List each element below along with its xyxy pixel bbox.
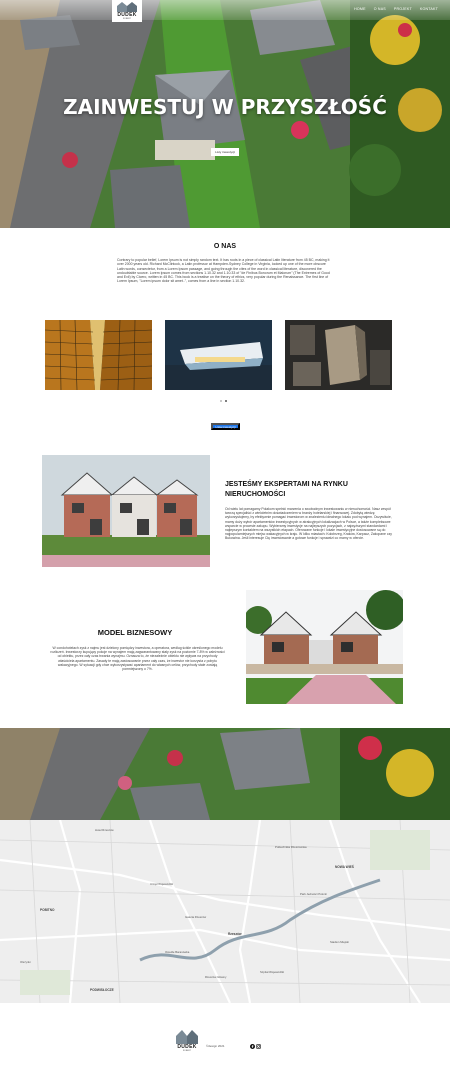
aerial-banner <box>0 728 450 820</box>
experts-image <box>42 455 210 567</box>
image-carousel <box>45 320 392 390</box>
experts-text: Od wielu lat pomagamy Polakom spełnić ma… <box>225 507 392 541</box>
investments-list-button[interactable]: Listy inwestycji <box>211 148 239 156</box>
nav-home[interactable]: HOME <box>354 7 366 11</box>
map-label-14: Stadion Miejski <box>330 940 349 944</box>
carousel-dot-2[interactable] <box>225 400 227 402</box>
business-model-text: W condohotelach zysk z najmu jest dzielo… <box>50 646 225 672</box>
map-label-5: Rzeszów <box>228 932 242 936</box>
glass-building-image <box>45 320 152 390</box>
carousel-dots <box>220 400 227 402</box>
carousel-dot-1[interactable] <box>220 400 222 402</box>
about-title: O NAS <box>213 243 237 250</box>
main-nav: HOME O NAS PROJEKT KONTAKT <box>354 7 438 11</box>
map-label-6: Galeria Rzeszów <box>185 915 207 919</box>
house-logo-icon <box>176 1030 198 1044</box>
map-label-4: PODWISŁOCZE <box>90 988 114 992</box>
social-links <box>250 1044 261 1049</box>
townhouses-image <box>42 455 210 567</box>
instagram-icon[interactable] <box>256 1044 261 1049</box>
nav-contact[interactable]: KONTAKT <box>420 7 438 11</box>
modern-house-image <box>165 320 272 390</box>
about-text: Contrary to popular belief, Lorem Ipsum … <box>117 258 330 284</box>
footer-logo-subtext: ROBERT <box>182 1050 192 1052</box>
investments-list-button-2[interactable]: Lista inwestycji <box>211 423 240 430</box>
business-model-image <box>246 590 403 704</box>
city-aerial-image <box>285 320 392 390</box>
hero-title: ZAINWESTUJ W PRZYSZŁOŚĆ <box>63 95 387 119</box>
map-label-11: Olszynki <box>20 960 31 964</box>
business-model-title: MODEL BIZNESOWY <box>97 628 173 637</box>
footer-copyright: ©design 2021 <box>206 1044 225 1048</box>
houses-render-image <box>246 590 403 704</box>
carousel-image-2[interactable] <box>165 320 272 390</box>
nav-about[interactable]: O NAS <box>374 7 386 11</box>
map-label-10: Park Jedności Polonii <box>300 892 327 896</box>
facebook-icon[interactable] <box>250 1044 255 1049</box>
hero-section: ZAINWESTUJ W PRZYSZŁOŚĆ Listy inwestycji <box>0 0 450 228</box>
house-logo-icon <box>117 2 137 12</box>
aerial-banner-image <box>0 728 450 820</box>
map-label-3: POBITNO <box>40 908 55 912</box>
map-label-13: Rzeszów Główny <box>205 975 227 979</box>
map-label-2: NOWA WIEŚ <box>335 865 354 869</box>
logo-subtext: ROBERT <box>122 18 132 20</box>
map-label-8: Urząd Wojewódzki <box>150 882 174 886</box>
carousel-image-3[interactable] <box>285 320 392 390</box>
logo[interactable]: DUDEK ROBERT <box>112 0 142 22</box>
experts-title: JESTEŚMY EKSPERTAMI NA RYNKU NIERUCHOMOŚ… <box>225 481 348 498</box>
nav-project[interactable]: PROJEKT <box>394 7 412 11</box>
location-map[interactable]: Hotel Rzeszów NOWA WIEŚ POBITNO PODWISŁO… <box>0 820 450 1003</box>
carousel-image-1[interactable] <box>45 320 152 390</box>
site-header: DUDEK ROBERT HOME O NAS PROJEKT KONTAKT <box>0 0 450 22</box>
map-label-9: Szpital Wojewódzki <box>260 970 285 974</box>
map-label-12: Osiedle Baranówka <box>165 950 190 954</box>
footer-logo[interactable]: DUDEK ROBERT <box>172 1030 202 1056</box>
map-label-7: Politechnika Rzeszowska <box>275 845 307 849</box>
map-label-1: Hotel Rzeszów <box>95 828 114 832</box>
